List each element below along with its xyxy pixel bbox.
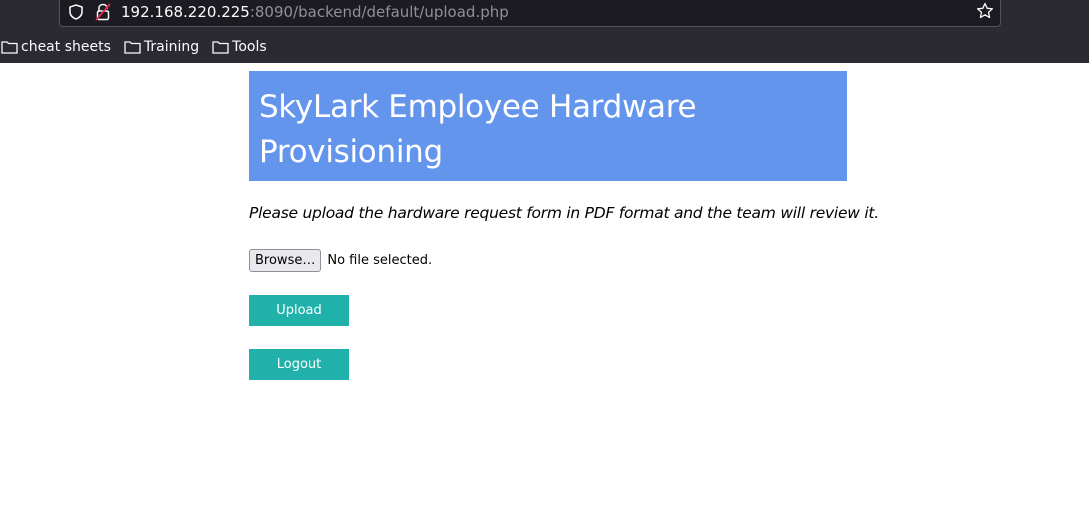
logout-button[interactable]: Logout — [249, 349, 349, 380]
bookmark-label: Training — [143, 39, 200, 55]
bookmarks-toolbar: cheat sheets Training Tools — [0, 35, 280, 59]
bookmark-star-icon[interactable] — [976, 2, 994, 20]
bookmark-label: Tools — [232, 39, 267, 55]
shield-icon[interactable] — [69, 4, 83, 20]
url-path: :8090/backend/default/upload.php — [249, 3, 509, 21]
page-header: SkyLark Employee Hardware Provisioning — [249, 71, 847, 181]
folder-icon — [124, 41, 141, 54]
bookmark-folder-cheat-sheets[interactable]: cheat sheets — [1, 39, 111, 55]
folder-icon — [1, 41, 18, 54]
file-input[interactable]: Browse… No file selected. — [249, 249, 432, 272]
address-bar[interactable]: 192.168.220.225:8090/backend/default/upl… — [59, 0, 1001, 27]
bookmark-folder-tools[interactable]: Tools — [212, 39, 267, 55]
insecure-lock-icon[interactable] — [95, 3, 111, 21]
upload-instruction: Please upload the hardware request form … — [249, 204, 879, 222]
page-title: SkyLark Employee Hardware Provisioning — [259, 89, 697, 170]
browser-chrome: 192.168.220.225:8090/backend/default/upl… — [0, 0, 1089, 63]
browse-button[interactable]: Browse… — [249, 249, 322, 272]
bookmark-folder-training[interactable]: Training — [124, 39, 199, 55]
bookmark-label: cheat sheets — [21, 39, 111, 55]
upload-button[interactable]: Upload — [249, 295, 349, 326]
folder-icon — [212, 41, 229, 54]
url-host: 192.168.220.225 — [121, 3, 250, 21]
file-status: No file selected. — [327, 253, 433, 268]
url-text[interactable]: 192.168.220.225:8090/backend/default/upl… — [121, 2, 509, 22]
